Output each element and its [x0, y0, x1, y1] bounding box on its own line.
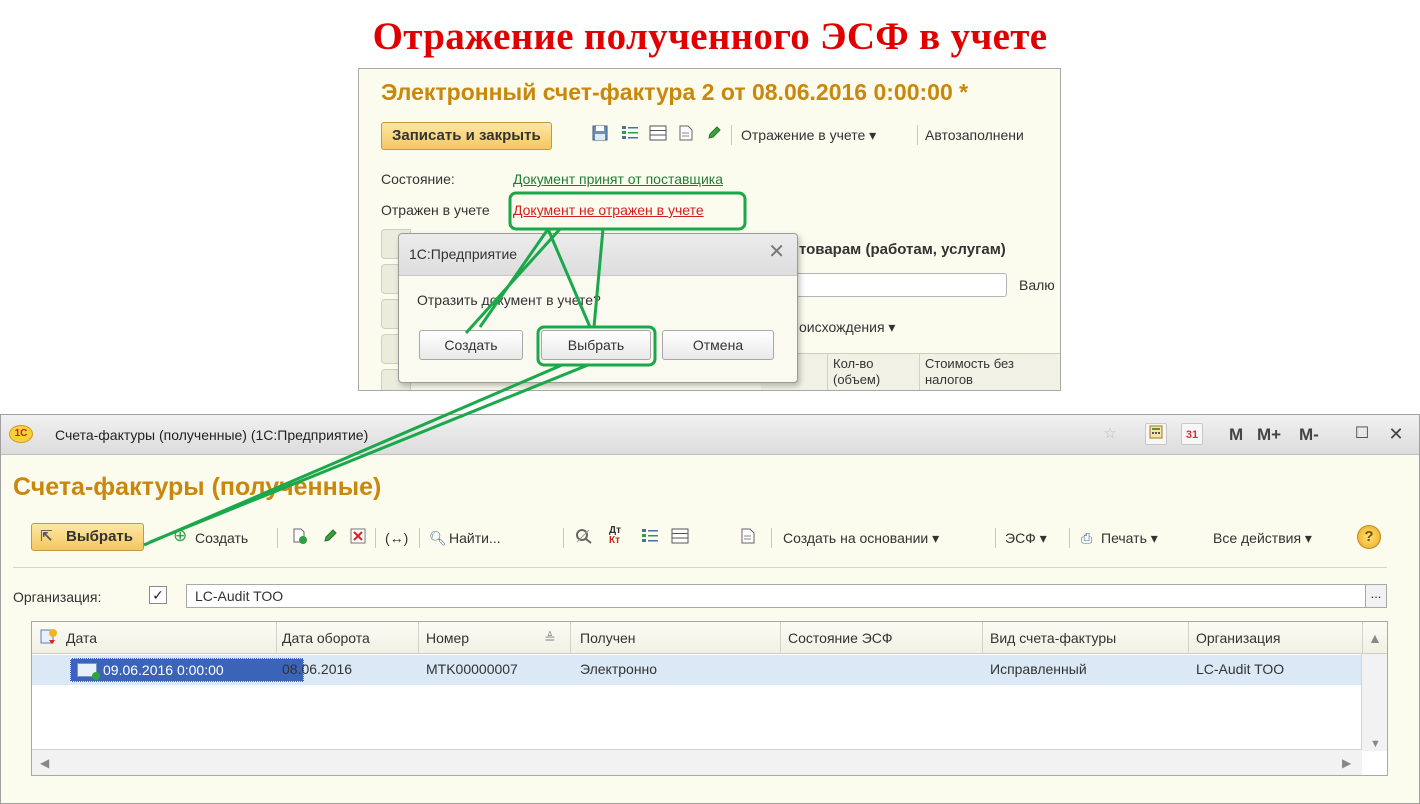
- slide-title: Отражение полученного ЭСФ в учете: [372, 15, 1048, 58]
- scroll-down-arrow[interactable]: ▼: [1370, 738, 1381, 750]
- posted-document-icon: [77, 663, 100, 680]
- organization-filter-checkbox[interactable]: ✓: [149, 586, 167, 604]
- organization-select-button[interactable]: ...: [1365, 584, 1387, 608]
- reflected-label: Отражен в учете: [381, 202, 490, 218]
- organization-label: Организация:: [13, 589, 102, 605]
- app-logo-icon: 1C: [9, 425, 33, 443]
- document-toolbar: Записать и закрыть Отражение в учете ▾ А…: [379, 121, 1060, 151]
- autofill-menu[interactable]: Автозаполнени: [925, 127, 1024, 143]
- reflected-row: Отражен в учете Документ не отражен в уч…: [381, 202, 704, 218]
- column-invoice-type[interactable]: Вид счета-фактуры: [990, 630, 1116, 646]
- close-window-icon[interactable]: ✕: [1385, 423, 1407, 445]
- list-icon[interactable]: [649, 125, 667, 143]
- vertical-scrollbar[interactable]: ▼: [1361, 654, 1387, 751]
- edit-pencil-icon[interactable]: [321, 528, 339, 546]
- document-title: Электронный счет-фактура 2 от 08.06.2016…: [381, 79, 969, 105]
- reflect-in-accounting-menu[interactable]: Отражение в учете ▾: [741, 127, 876, 144]
- dialog-title: 1С:Предприятие: [409, 246, 518, 262]
- organization-field[interactable]: LC-Audit TOO: [186, 584, 1366, 608]
- scroll-left-arrow[interactable]: ◀: [40, 756, 49, 770]
- memory-m-button[interactable]: M: [1229, 425, 1243, 445]
- row-received: Электронно: [580, 661, 658, 677]
- select-list-button[interactable]: ⇱ Выбрать: [31, 523, 144, 551]
- print-menu[interactable]: Печать ▾: [1101, 530, 1158, 547]
- state-label: Состояние:: [381, 171, 455, 187]
- document-icon[interactable]: [677, 125, 695, 143]
- select-button[interactable]: Выбрать: [541, 330, 651, 360]
- invoice-table: Дата Дата оборота Номер ≜ Получен Состоя…: [31, 621, 1388, 776]
- maximize-icon[interactable]: ☐: [1351, 423, 1373, 445]
- reflect-dialog: 1С:Предприятие ✕ Отразить документ в уче…: [398, 233, 798, 383]
- find-button[interactable]: Найти...: [449, 530, 501, 546]
- dialog-header: 1С:Предприятие ✕: [399, 234, 797, 276]
- esf-menu[interactable]: ЭСФ ▾: [1005, 530, 1047, 547]
- window-titlebar: 1C Счета-фактуры (полученные) (1С:Предпр…: [1, 415, 1419, 455]
- printer-icon: ⎙: [1081, 530, 1093, 546]
- column-esf-state[interactable]: Состояние ЭСФ: [788, 630, 893, 646]
- post-toggle-icon[interactable]: (↔): [385, 530, 408, 546]
- memory-minus-button[interactable]: M-: [1299, 425, 1319, 445]
- row-turnover-date: 08.06.2016: [282, 661, 353, 677]
- create-based-on-menu[interactable]: Создать на основании ▾: [783, 530, 939, 547]
- document-icon[interactable]: [739, 528, 757, 546]
- row-number: MTK00000007: [426, 661, 518, 677]
- debit-credit-icon[interactable]: Дт Кт: [609, 526, 621, 546]
- favorite-star-icon[interactable]: ☆: [1099, 423, 1121, 445]
- create-plus-icon: ⊕: [173, 526, 188, 545]
- list-toolbar: ⇱ Выбрать ⊕ Создать (↔) 🔍︎ Найти... Дт Кт: [1, 521, 1419, 553]
- sort-icon: ≜: [544, 630, 556, 646]
- structure-icon[interactable]: [641, 528, 659, 546]
- calculator-icon[interactable]: [1145, 423, 1167, 445]
- cancel-button[interactable]: Отмена: [662, 330, 774, 360]
- goods-section-title: товарам (работам, услугам): [799, 241, 1006, 258]
- table-header-icon: [40, 628, 58, 649]
- save-and-close-button[interactable]: Записать и закрыть: [381, 122, 552, 150]
- dialog-message: Отразить документ в учете?: [417, 292, 601, 308]
- column-number[interactable]: Номер: [426, 630, 469, 646]
- all-actions-menu[interactable]: Все действия ▾: [1213, 530, 1312, 547]
- cancel-search-icon[interactable]: [575, 528, 593, 546]
- select-cursor-icon: ⇱: [40, 528, 53, 545]
- copy-icon[interactable]: [291, 528, 309, 546]
- column-received[interactable]: Получен: [580, 630, 636, 646]
- currency-label: Валю: [1019, 277, 1055, 293]
- state-link[interactable]: Документ принят от поставщика: [513, 171, 723, 187]
- cost-column-header: Стоимость без налогов: [925, 356, 1014, 387]
- delete-mark-icon[interactable]: [349, 528, 367, 546]
- column-turnover-date[interactable]: Дата оборота: [282, 630, 370, 646]
- row-date-cell[interactable]: 09.06.2016 0:00:00: [70, 658, 304, 682]
- invoice-list-window: 1C Счета-фактуры (полученные) (1С:Предпр…: [0, 414, 1420, 804]
- search-icon: 🔍︎: [429, 530, 447, 546]
- row-organization: LC-Audit TOO: [1196, 661, 1285, 677]
- help-icon[interactable]: ?: [1357, 525, 1381, 549]
- goods-grid-header: Кол-во (объем) Стоимость без налогов: [761, 353, 1060, 390]
- column-organization[interactable]: Организация: [1196, 630, 1280, 646]
- list-icon[interactable]: [671, 528, 689, 546]
- save-icon[interactable]: [591, 125, 609, 143]
- origin-menu[interactable]: оисхождения ▾: [799, 319, 895, 336]
- horizontal-scrollbar[interactable]: ◀ ▶: [32, 749, 1362, 775]
- table-row[interactable]: 09.06.2016 0:00:00 08.06.2016 MTK0000000…: [32, 655, 1362, 685]
- window-title: Счета-фактуры (полученные) (1С:Предприят…: [55, 427, 369, 443]
- edit-pencil-icon[interactable]: [705, 125, 723, 143]
- state-row: Состояние: Документ принят от поставщика: [381, 171, 723, 187]
- structure-icon[interactable]: [621, 125, 639, 143]
- create-list-button[interactable]: Создать: [195, 530, 248, 546]
- memory-plus-button[interactable]: M+: [1257, 425, 1281, 445]
- calendar-icon[interactable]: 31: [1181, 423, 1203, 445]
- scroll-up-arrow[interactable]: ▲: [1368, 630, 1382, 646]
- not-reflected-link[interactable]: Документ не отражен в учете: [513, 202, 704, 218]
- qty-column-header: Кол-во (объем): [833, 356, 881, 387]
- column-date[interactable]: Дата: [66, 630, 97, 646]
- row-invoice-type: Исправленный: [990, 661, 1087, 677]
- table-header: Дата Дата оборота Номер ≜ Получен Состоя…: [32, 622, 1387, 654]
- page-title: Счета-фактуры (полученные): [13, 473, 382, 501]
- create-button[interactable]: Создать: [419, 330, 523, 360]
- close-icon[interactable]: ✕: [768, 242, 785, 262]
- scroll-right-arrow[interactable]: ▶: [1342, 756, 1351, 770]
